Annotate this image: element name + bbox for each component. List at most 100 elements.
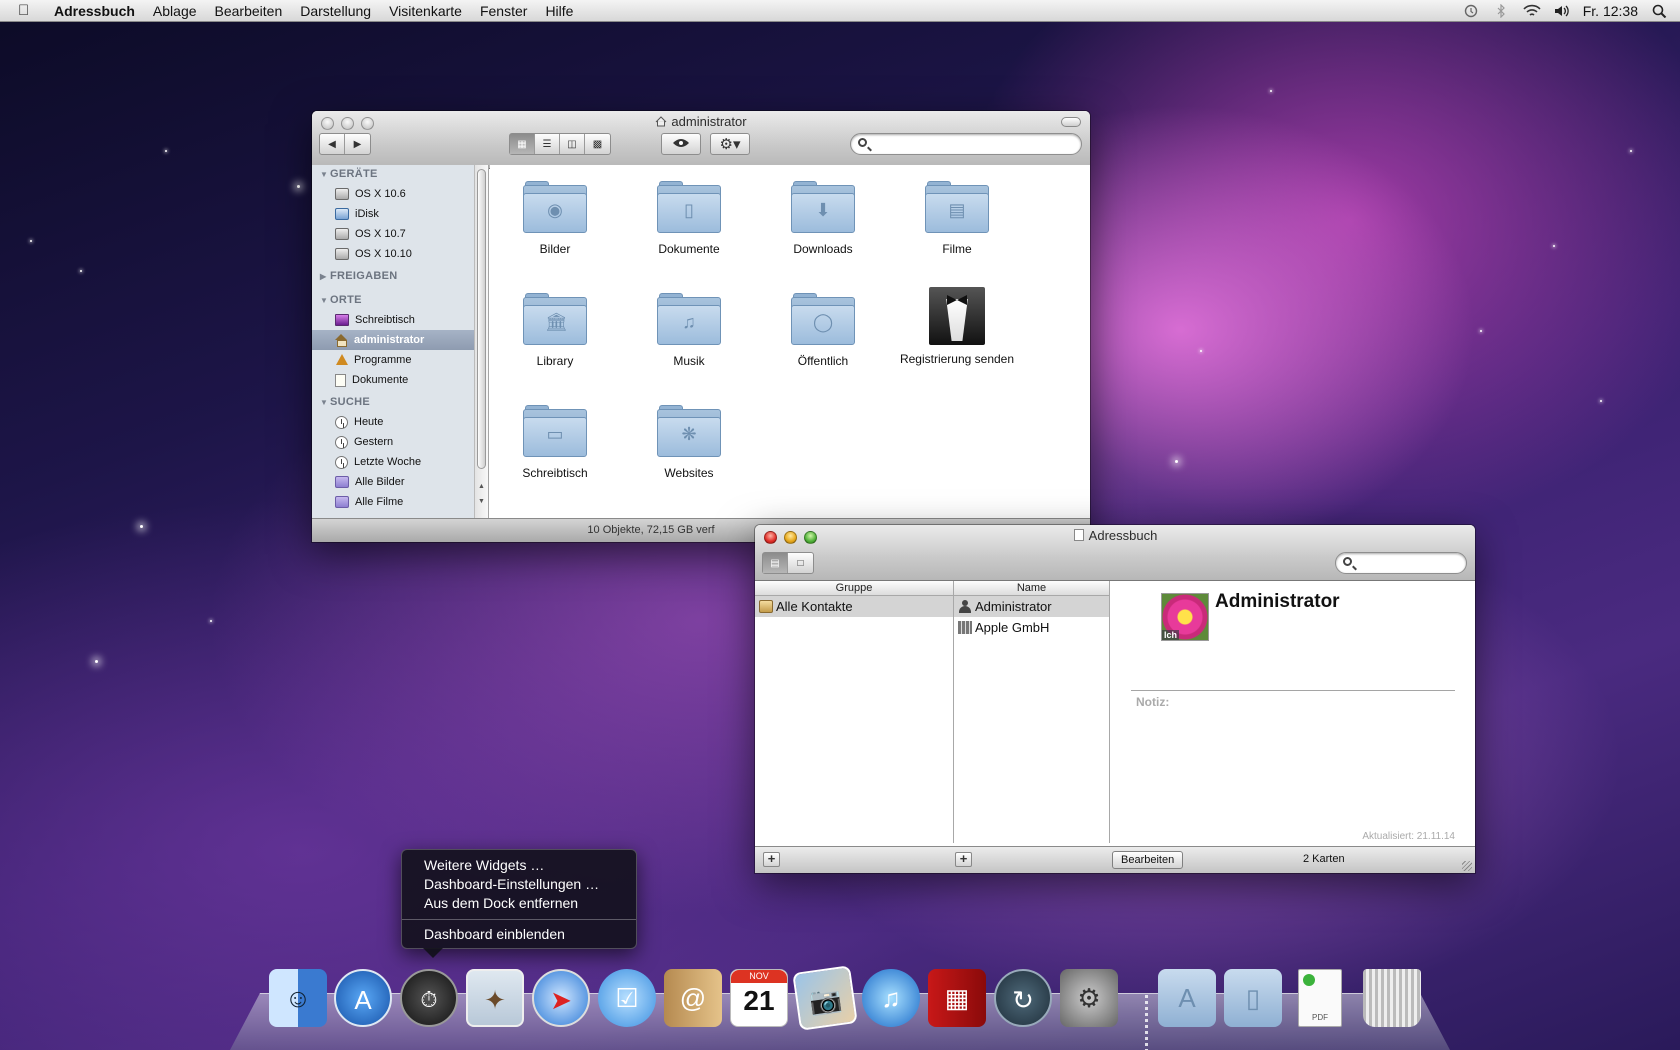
menu-item-weitere-widgets[interactable]: Weitere Widgets … — [402, 856, 636, 875]
folder-schreibtisch[interactable]: ▭ Schreibtisch — [490, 405, 620, 481]
contacts-search-input[interactable] — [1335, 552, 1467, 574]
sidebar-item-os-x-10-6[interactable]: OS X 10.6 — [312, 184, 488, 204]
sidebar-item-programme[interactable]: Programme — [312, 350, 488, 370]
sidebar-item-dokumente[interactable]: Dokumente — [312, 370, 488, 390]
scroll-up-arrow-icon[interactable]: ▲ — [478, 483, 485, 490]
folder-websites[interactable]: ❋ Websites — [624, 405, 754, 481]
sidebar-item-letzte-woche[interactable]: Letzte Woche — [312, 452, 488, 472]
sidebar-item-alle-bilder[interactable]: Alle Bilder — [312, 472, 488, 492]
sidebar-item-administrator[interactable]: administrator — [312, 330, 488, 350]
sidebar-item-os-x-10-10[interactable]: OS X 10.10 — [312, 244, 488, 264]
folder-bilder[interactable]: ◉ Bilder — [490, 181, 620, 257]
menu-visitenkarte[interactable]: Visitenkarte — [380, 0, 471, 22]
wifi-icon[interactable] — [1523, 4, 1541, 18]
finder-dock-icon[interactable]: ☺ — [269, 969, 327, 1027]
folder-musik[interactable]: ♫ Musik — [624, 293, 754, 369]
facetime-dock-icon[interactable]: ☑ — [598, 969, 656, 1027]
system-preferences-dock-icon[interactable]: ⚙ — [1060, 969, 1118, 1027]
dashboard-dock-icon[interactable]: ⏱ — [400, 969, 458, 1027]
group-row-alle-kontakte[interactable]: Alle Kontakte — [755, 596, 953, 617]
item-registrierung-senden[interactable]: Registrierung senden — [892, 287, 1022, 367]
column-view-button[interactable]: ◫ — [560, 134, 585, 154]
add-contact-button[interactable]: + — [955, 852, 972, 867]
sidebar-item-gestern[interactable]: Gestern — [312, 432, 488, 452]
folder-downloads[interactable]: ⬇ Downloads — [758, 181, 888, 257]
folder-dokumente[interactable]: ▯ Dokumente — [624, 181, 754, 257]
sidebar-section-orte[interactable]: ▼ ORTE — [312, 291, 488, 310]
menu-bearbeiten[interactable]: Bearbeiten — [206, 0, 292, 22]
add-group-button[interactable]: + — [763, 852, 780, 867]
sidebar-item-idisk[interactable]: iDisk — [312, 204, 488, 224]
music-folder-icon: ♫ — [657, 293, 721, 345]
card-count: 2 Karten — [1303, 853, 1345, 865]
folder-filme[interactable]: ▤ Filme — [892, 181, 1022, 257]
documents-stack-dock-icon[interactable]: ▯ — [1224, 969, 1282, 1027]
sidebar-item-schreibtisch[interactable]: Schreibtisch — [312, 310, 488, 330]
forward-button[interactable]: ▶ — [345, 134, 370, 154]
menubar-clock[interactable]: Fr. 12:38 — [1583, 3, 1638, 19]
menu-ablage[interactable]: Ablage — [144, 0, 206, 22]
mail-dock-icon[interactable]: ✦ — [466, 969, 524, 1027]
addressbook-window: Adressbuch ▤ □ Gruppe Name Alle Kontakte… — [755, 525, 1475, 873]
name-row-administrator[interactable]: Administrator — [954, 596, 1109, 617]
time-machine-icon[interactable] — [1463, 4, 1479, 18]
menu-darstellung[interactable]: Darstellung — [291, 0, 380, 22]
safari-dock-icon[interactable]: ➤ — [532, 969, 590, 1027]
card-and-column-view-button[interactable]: ▤ — [763, 553, 788, 573]
sidebar-scrollbar[interactable]: ▲ ▼ — [474, 165, 488, 518]
iphoto-dock-icon[interactable]: 📷 — [792, 965, 858, 1031]
menu-hilfe[interactable]: Hilfe — [536, 0, 582, 22]
menu-item-dashboard-einblenden[interactable]: Dashboard einblenden — [402, 925, 636, 944]
person-icon — [958, 600, 972, 613]
contact-avatar[interactable]: Ich — [1161, 593, 1209, 641]
ical-dock-icon[interactable]: NOV 21 — [730, 969, 788, 1027]
calendar-day: 21 — [743, 985, 775, 1016]
addressbook-titlebar[interactable]: Adressbuch ▤ □ — [755, 525, 1475, 581]
sidebar-item-alle-filme[interactable]: Alle Filme — [312, 492, 488, 512]
quicklook-button[interactable] — [661, 133, 701, 155]
back-button[interactable]: ◀ — [320, 134, 345, 154]
card-only-view-button[interactable]: □ — [788, 553, 813, 573]
app-store-dock-icon[interactable]: A — [334, 969, 392, 1027]
photo-booth-dock-icon[interactable]: ▦ — [928, 969, 986, 1027]
finder-titlebar[interactable]: administrator ◀ ▶ ▦ ☰ ◫ ▩ ⚙▾ — [312, 111, 1090, 169]
menu-item-dashboard-einstellungen[interactable]: Dashboard-Einstellungen … — [402, 875, 636, 894]
note-label[interactable]: Notiz: — [1136, 695, 1169, 709]
itunes-dock-icon[interactable]: ♫ — [862, 969, 920, 1027]
sidebar-item-os-x-10-7[interactable]: OS X 10.7 — [312, 224, 488, 244]
addressbook-bottom-bar: + + Bearbeiten 2 Karten — [755, 846, 1475, 873]
column-header-group[interactable]: Gruppe — [755, 581, 954, 596]
bluetooth-icon[interactable] — [1493, 3, 1509, 19]
address-book-dock-icon[interactable]: @ — [664, 969, 722, 1027]
scrollbar-thumb[interactable] — [477, 169, 486, 469]
apple-menu-icon[interactable]:  — [18, 2, 42, 19]
finder-search-input[interactable] — [850, 133, 1082, 155]
edit-button[interactable]: Bearbeiten — [1112, 851, 1184, 869]
column-header-name[interactable]: Name — [954, 581, 1110, 596]
list-view-button[interactable]: ☰ — [535, 134, 560, 154]
coverflow-view-button[interactable]: ▩ — [585, 134, 610, 154]
menu-item-aus-dem-dock-entfernen[interactable]: Aus dem Dock entfernen — [402, 894, 636, 913]
folder-oeffentlich[interactable]: ◯ Öffentlich — [758, 293, 888, 369]
spotlight-icon[interactable] — [1652, 4, 1668, 19]
finder-sidebar: ▼ GERÄTE OS X 10.6 iDisk OS X 10.7 OS X 1… — [312, 165, 489, 518]
sidebar-section-geraete[interactable]: ▼ GERÄTE — [312, 165, 488, 184]
action-menu-button[interactable]: ⚙▾ — [710, 133, 750, 155]
toolbar-toggle-button[interactable] — [1061, 117, 1081, 127]
time-machine-dock-icon[interactable]: ↻ — [994, 969, 1052, 1027]
dock-separator[interactable] — [1145, 995, 1148, 1050]
sidebar-section-freigaben[interactable]: ▶ FREIGABEN — [312, 267, 488, 286]
name-row-apple-gmbh[interactable]: Apple GmbH — [954, 617, 1109, 638]
menu-fenster[interactable]: Fenster — [471, 0, 536, 22]
scroll-down-arrow-icon[interactable]: ▼ — [478, 498, 485, 505]
sidebar-section-suche[interactable]: ▼ SUCHE — [312, 393, 488, 412]
trash-dock-icon[interactable] — [1363, 969, 1421, 1027]
folder-library[interactable]: 🏛 Library — [490, 293, 620, 369]
volume-icon[interactable] — [1553, 4, 1569, 18]
applications-stack-dock-icon[interactable]: A — [1158, 969, 1216, 1027]
icon-view-button[interactable]: ▦ — [510, 134, 535, 154]
sidebar-item-heute[interactable]: Heute — [312, 412, 488, 432]
downloads-stack-dock-icon[interactable]: PDF — [1298, 969, 1342, 1027]
resize-handle[interactable] — [1462, 861, 1472, 871]
menu-app-name[interactable]: Adressbuch — [42, 0, 144, 22]
